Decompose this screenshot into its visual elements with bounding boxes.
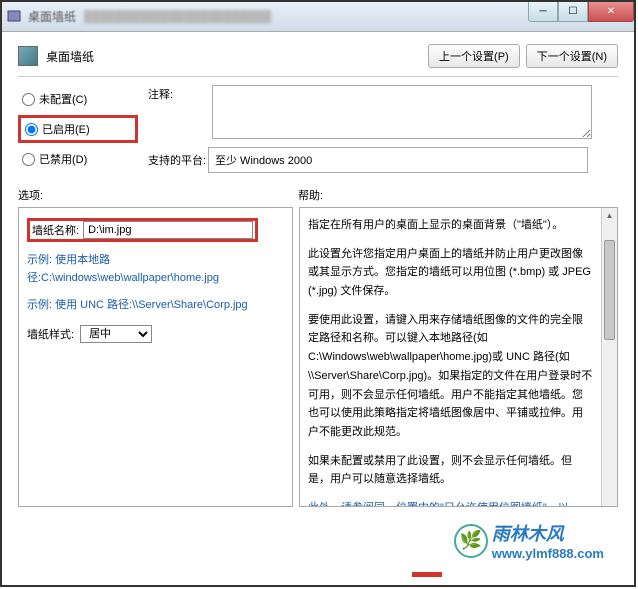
scroll-up-arrow[interactable]: ▲ (602, 208, 617, 224)
options-panel: 墙纸名称: 示例: 使用本地路径:C:\windows\web\wallpape… (18, 207, 293, 507)
radio-not-configured-input[interactable] (22, 93, 35, 106)
help-text-5: 此外，请参阅同一位置中的"只允许使用位图墙纸"，以及"用户配置\管理模板\控制面… (308, 499, 593, 507)
radio-disabled[interactable]: 已禁用(D) (18, 145, 138, 173)
wallpaper-icon (18, 46, 38, 66)
radio-disabled-input[interactable] (22, 153, 35, 166)
close-button[interactable]: ✕ (588, 2, 634, 22)
platform-value: 至少 Windows 2000 (208, 147, 588, 173)
app-icon (6, 9, 22, 25)
help-text-1: 指定在所有用户的桌面上显示的桌面背景（"墙纸"）。 (308, 216, 593, 235)
radio-enabled-input[interactable] (25, 123, 38, 136)
radio-not-configured[interactable]: 未配置(C) (18, 85, 138, 113)
maximize-button[interactable]: ☐ (558, 2, 588, 22)
minimize-button[interactable]: ─ (528, 2, 558, 22)
window-title: 桌面墙纸 (28, 8, 76, 25)
wallpaper-name-label: 墙纸名称: (32, 222, 79, 238)
example-unc-path: 示例: 使用 UNC 路径:\\Server\Share\Corp.jpg (27, 297, 284, 315)
help-text-4: 如果未配置或禁用了此设置，则不会显示任何墙纸。但是，用户可以随意选择墙纸。 (308, 452, 593, 489)
watermark-url: www.ylmf888.com (492, 546, 604, 561)
wallpaper-style-select[interactable]: 居中 (80, 325, 152, 343)
watermark-logo-icon: 🌿 (454, 524, 488, 558)
radio-enabled[interactable]: 已启用(E) (23, 121, 133, 137)
config-radio-group: 未配置(C) 已启用(E) 已禁用(D) (18, 85, 138, 173)
wallpaper-style-label: 墙纸样式: (27, 326, 74, 342)
notes-textarea[interactable] (212, 85, 592, 139)
scroll-thumb[interactable] (604, 240, 615, 340)
titlebar-path: ████████████████████████ (84, 11, 271, 23)
help-panel: 指定在所有用户的桌面上显示的桌面背景（"墙纸"）。 此设置允许您指定用户桌面上的… (299, 207, 618, 507)
options-label: 选项: (18, 187, 298, 203)
help-scrollbar[interactable]: ▲ (601, 208, 617, 506)
notes-label: 注释: (148, 86, 208, 102)
help-text-2: 此设置允许您指定用户桌面上的墙纸并防止用户更改图像或其显示方式。您指定的墙纸可以… (308, 245, 593, 301)
annotation-mark (412, 572, 442, 577)
platform-label: 支持的平台: (148, 152, 208, 168)
help-label: 帮助: (298, 187, 323, 203)
watermark: 🌿 雨林木风 www.ylmf888.com (452, 518, 606, 563)
titlebar: 桌面墙纸 ████████████████████████ ─ ☐ ✕ (2, 2, 634, 32)
wallpaper-name-input[interactable] (83, 221, 253, 239)
prev-setting-button[interactable]: 上一个设置(P) (428, 44, 520, 68)
page-title: 桌面墙纸 (46, 48, 422, 65)
example-local-path: 示例: 使用本地路径:C:\windows\web\wallpaper\home… (27, 252, 284, 287)
help-text-3: 要使用此设置，请键入用来存储墙纸图像的文件的完全限定路径和名称。可以键入本地路径… (308, 311, 593, 442)
watermark-brand: 雨林木风 (492, 520, 604, 546)
next-setting-button[interactable]: 下一个设置(N) (526, 44, 618, 68)
